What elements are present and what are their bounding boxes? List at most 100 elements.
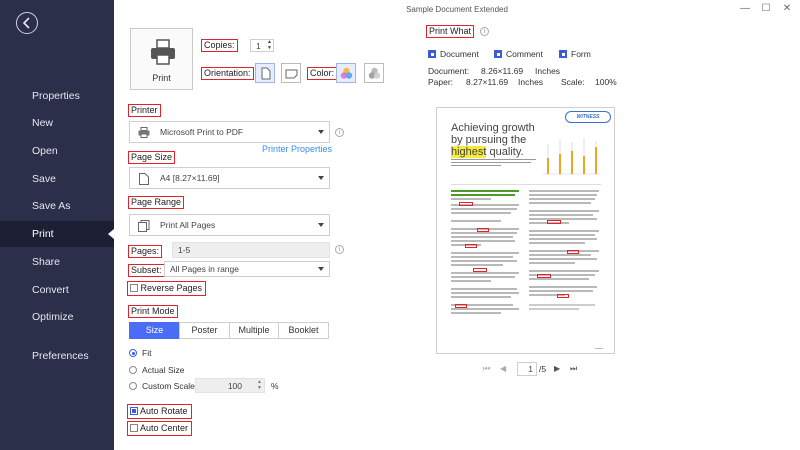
back-button[interactable] <box>16 12 38 34</box>
preview-column-left <box>451 190 521 340</box>
sidebar-item-save-as[interactable]: Save As <box>0 193 114 219</box>
preview-column-right <box>529 190 601 340</box>
print-button[interactable]: Print <box>130 28 193 90</box>
sidebar-item-optimize[interactable]: Optimize <box>0 304 114 330</box>
chevron-down-icon <box>318 267 324 271</box>
auto-rotate-box[interactable] <box>130 407 138 415</box>
paper-size-label: Paper: <box>428 77 454 87</box>
grayscale-circles-icon <box>368 67 381 79</box>
fit-radio[interactable] <box>129 349 137 357</box>
print-button-label: Print <box>152 73 171 83</box>
form-label: Form <box>571 49 591 59</box>
auto-center-checkbox[interactable]: Auto Center <box>127 421 193 436</box>
info-icon[interactable]: i <box>335 128 344 137</box>
subset-select[interactable]: All Pages in range <box>164 261 330 277</box>
sidebar-item-properties[interactable]: Properties <box>0 83 114 109</box>
page-range-select[interactable]: Print All Pages <box>129 214 330 236</box>
page-size-select[interactable]: A4 [8.27×11.69] <box>129 167 330 189</box>
page-range-label: Page Range <box>128 196 185 209</box>
page-size-label: Page Size <box>128 151 176 164</box>
color-button[interactable] <box>336 63 356 83</box>
auto-rotate-text: Auto Rotate <box>140 406 188 416</box>
scale-label: Scale: <box>561 77 585 87</box>
print-what-label: Print What <box>426 25 475 38</box>
page-size-value: A4 [8.27×11.69] <box>160 173 220 183</box>
printer-properties-link[interactable]: Printer Properties <box>262 144 332 154</box>
document-label: Document <box>440 49 479 59</box>
printer-small-icon <box>138 127 150 138</box>
pages-label: Pages: <box>128 245 163 258</box>
custom-scale-radio[interactable] <box>129 382 137 390</box>
arrow-left-icon <box>22 17 30 29</box>
preview-heading-line2: by pursuing the <box>451 134 527 146</box>
printer-icon <box>151 39 175 65</box>
maximize-icon[interactable]: ☐ <box>759 2 773 16</box>
reverse-pages-checkbox[interactable]: Reverse Pages <box>127 281 207 296</box>
sidebar-item-preferences[interactable]: Preferences <box>0 343 114 369</box>
document-checkbox[interactable] <box>428 50 436 58</box>
sidebar-item-open[interactable]: Open <box>0 138 114 164</box>
subset-label: Subset: <box>128 264 165 277</box>
sidebar-item-new[interactable]: New <box>0 110 114 136</box>
tab-multiple[interactable]: Multiple <box>229 322 279 339</box>
grayscale-button[interactable] <box>364 63 384 83</box>
preview-heading-line3: highest quality. <box>451 146 535 158</box>
copies-stepper[interactable]: 1 ▲ ▼ <box>250 39 274 52</box>
tab-booklet[interactable]: Booklet <box>278 322 329 339</box>
close-icon[interactable]: ✕ <box>780 2 794 16</box>
orientation-label: Orientation: <box>201 67 254 80</box>
pages-icon <box>138 220 150 232</box>
chevron-down-icon <box>318 176 324 180</box>
subset-value: All Pages in range <box>170 264 239 274</box>
portrait-button[interactable] <box>255 63 275 83</box>
tab-size[interactable]: Size <box>129 322 180 339</box>
document-size-label: Document: <box>428 66 470 76</box>
prev-page-icon[interactable]: ◀ <box>500 364 506 373</box>
preview-highlight-text: highest <box>451 146 487 158</box>
form-checkbox[interactable] <box>559 50 567 58</box>
sidebar-item-save[interactable]: Save <box>0 166 114 192</box>
sidebar-item-share[interactable]: Share <box>0 249 114 275</box>
preview-heading-rest: quality. <box>486 146 524 158</box>
reverse-pages-box[interactable] <box>130 284 138 292</box>
page-number-input[interactable]: 1 <box>517 362 537 376</box>
sidebar-item-label: Print <box>32 228 54 240</box>
auto-center-box[interactable] <box>130 424 138 432</box>
print-preview-page: Achieving growth by pursuing the highest… <box>436 107 615 354</box>
next-page-icon[interactable]: ▶ <box>554 364 560 373</box>
auto-rotate-checkbox[interactable]: Auto Rotate <box>127 404 192 419</box>
custom-scale-input[interactable]: 100 ▲ ▼ <box>195 378 265 393</box>
stepper-down-icon[interactable]: ▼ <box>257 386 262 391</box>
pages-input[interactable]: 1-5 <box>172 242 330 258</box>
actual-size-radio[interactable] <box>129 366 137 374</box>
info-icon[interactable]: i <box>335 245 344 254</box>
sidebar-item-convert[interactable]: Convert <box>0 277 114 303</box>
color-label: Color: <box>307 67 338 80</box>
custom-scale-label: Custom Scale: <box>142 381 198 391</box>
first-page-icon[interactable]: ⏮ <box>483 364 490 374</box>
chevron-down-icon <box>318 130 324 134</box>
copies-label: Copies: <box>201 39 238 52</box>
minimize-icon[interactable]: — <box>738 2 752 16</box>
comment-checkbox[interactable] <box>494 50 502 58</box>
paper-size-unit: Inches <box>518 77 544 87</box>
auto-center-text: Auto Center <box>140 423 189 433</box>
portrait-icon <box>261 67 271 80</box>
landscape-button[interactable] <box>281 63 301 83</box>
document-size-value: 8.26×11.69 <box>481 66 524 76</box>
print-mode-label: Print Mode <box>128 305 178 318</box>
fit-label: Fit <box>142 348 152 358</box>
stepper-down-icon[interactable]: ▼ <box>267 46 272 51</box>
printer-select[interactable]: Microsoft Print to PDF <box>129 121 330 143</box>
paper-size-value: 8.27×11.69 <box>466 77 509 87</box>
active-caret-icon <box>108 229 114 239</box>
sidebar-item-print[interactable]: Print <box>0 221 114 247</box>
title-bar: Sample Document Extended — ☐ ✕ <box>114 0 800 20</box>
last-page-icon[interactable]: ⏭ <box>570 364 577 374</box>
window-title: Sample Document Extended <box>406 5 508 14</box>
tab-poster[interactable]: Poster <box>179 322 230 339</box>
preview-heading-line1: Achieving growth <box>451 122 535 134</box>
comment-label: Comment <box>506 49 543 59</box>
percent-label: % <box>271 381 279 391</box>
info-icon[interactable]: i <box>480 27 489 36</box>
